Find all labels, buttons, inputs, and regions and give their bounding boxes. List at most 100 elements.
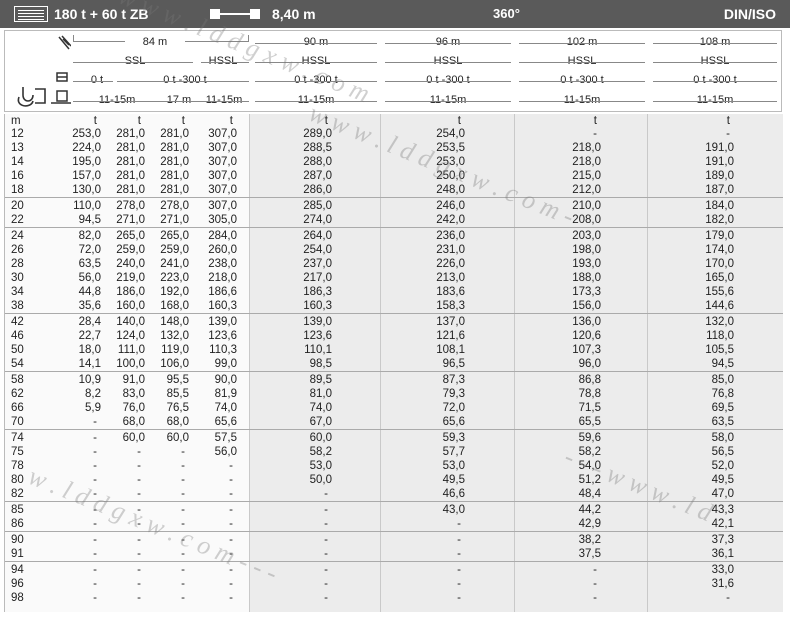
load-cell: 123,6 bbox=[208, 330, 237, 342]
load-cell: 218,0 bbox=[208, 272, 237, 284]
load-cell: - bbox=[137, 504, 141, 516]
table-row: 75 - - - 56,0 58,2 57,7 58,2 56,5 bbox=[5, 446, 783, 458]
load-cell: 215,0 bbox=[572, 170, 601, 182]
load-cell: 285,0 bbox=[303, 200, 332, 212]
load-cell: - bbox=[181, 518, 185, 530]
load-cell: 38,2 bbox=[578, 534, 601, 546]
load-cell: 212,0 bbox=[572, 184, 601, 196]
load-cell: 10,9 bbox=[78, 374, 101, 386]
counterweight-icon bbox=[210, 9, 260, 19]
load-cell: 307,0 bbox=[208, 200, 237, 212]
load-cell: - bbox=[324, 578, 328, 590]
load-cell: 281,0 bbox=[116, 184, 145, 196]
load-cell: 110,3 bbox=[209, 344, 237, 356]
load-cell: 307,0 bbox=[208, 142, 237, 154]
load-cell: 43,3 bbox=[711, 504, 734, 516]
load-cell: 210,0 bbox=[572, 200, 601, 212]
load-cell: 191,0 bbox=[705, 142, 734, 154]
load-cell: 195,0 bbox=[72, 156, 101, 168]
radius-cell: 62 bbox=[11, 388, 24, 400]
radius-cell: 58 bbox=[11, 374, 24, 386]
load-cell: - bbox=[229, 518, 233, 530]
load-cell: - bbox=[137, 548, 141, 560]
mode-96: HSSL bbox=[433, 55, 463, 67]
load-cell: 71,5 bbox=[578, 402, 601, 414]
row-divider bbox=[5, 197, 783, 198]
load-cell: 56,0 bbox=[78, 272, 101, 284]
load-cell: 254,0 bbox=[303, 244, 332, 256]
table-row: 16 157,0 281,0 281,0 307,0 287,0 250,0 215,0 189… bbox=[5, 170, 783, 182]
load-cell: - bbox=[137, 488, 141, 500]
load-cell: 278,0 bbox=[160, 200, 189, 212]
load-cell: 186,0 bbox=[116, 286, 145, 298]
load-cell: 136,0 bbox=[572, 316, 601, 328]
column-header: 84 m SSL HSSL 0 t 0 t -300 t 11-15m 17 m… bbox=[4, 30, 782, 112]
load-cell: 49,5 bbox=[711, 474, 734, 486]
load-cell: - bbox=[93, 488, 97, 500]
load-cell: 110,0 bbox=[73, 200, 101, 212]
load-cell: 76,8 bbox=[711, 388, 734, 400]
radius-102: 11-15m bbox=[563, 94, 601, 106]
load-cell: 98,5 bbox=[309, 358, 332, 370]
load-cell: 271,0 bbox=[160, 214, 189, 226]
load-cell: 51,2 bbox=[578, 474, 601, 486]
load-cell: 68,0 bbox=[166, 416, 189, 428]
load-cell: 58,2 bbox=[309, 446, 332, 458]
load-cell: 187,0 bbox=[705, 184, 734, 196]
load-cell: 63,5 bbox=[78, 258, 101, 270]
load-cell: 79,3 bbox=[442, 388, 465, 400]
load-cell: 137,0 bbox=[436, 316, 465, 328]
load-cell: - bbox=[457, 592, 461, 604]
mode-hssl: HSSL bbox=[208, 55, 238, 67]
table-row: 38 35,6 160,0 168,0 160,3 160,3 158,3 156,0 144,… bbox=[5, 300, 783, 312]
load-cell: 218,0 bbox=[572, 156, 601, 168]
radius-cell: 12 bbox=[11, 128, 24, 140]
load-cell: 47,0 bbox=[711, 488, 734, 500]
table-row: 42 28,4 140,0 148,0 139,0 139,0 137,0 136,0 132,… bbox=[5, 316, 783, 328]
load-cell: 203,0 bbox=[572, 230, 601, 242]
load-cell: 254,0 bbox=[436, 128, 465, 140]
load-cell: 288,5 bbox=[303, 142, 332, 154]
load-cell: 281,0 bbox=[160, 184, 189, 196]
load-cell: 65,6 bbox=[214, 416, 237, 428]
radius-cell: 98 bbox=[11, 592, 24, 604]
radius-cell: 30 bbox=[11, 272, 24, 284]
load-cell: 74,0 bbox=[309, 402, 332, 414]
table-row: 90 - - - - - - 38,2 37,3 bbox=[5, 534, 783, 546]
load-cell: 46,6 bbox=[442, 488, 465, 500]
row-divider bbox=[5, 531, 783, 532]
load-cell: 173,3 bbox=[572, 286, 601, 298]
load-cell: - bbox=[137, 518, 141, 530]
load-cell: 160,3 bbox=[303, 300, 332, 312]
load-cell: - bbox=[137, 564, 141, 576]
load-cell: 155,6 bbox=[705, 286, 734, 298]
load-cell: - bbox=[229, 578, 233, 590]
load-cell: 72,0 bbox=[442, 402, 465, 414]
load-cell: - bbox=[93, 592, 97, 604]
load-cell: - bbox=[181, 592, 185, 604]
load-cell: 186,3 bbox=[303, 286, 332, 298]
load-cell: 253,0 bbox=[436, 156, 465, 168]
table-row: 18 130,0 281,0 281,0 307,0 286,0 248,0 212,0 187… bbox=[5, 184, 783, 196]
radius-range-84a: 11-15m bbox=[98, 94, 136, 106]
row-divider bbox=[5, 371, 783, 372]
row-divider bbox=[5, 429, 783, 430]
load-cell: - bbox=[137, 460, 141, 472]
load-cell: 22,7 bbox=[78, 330, 101, 342]
load-cell: 281,0 bbox=[160, 142, 189, 154]
load-cell: 219,0 bbox=[116, 272, 145, 284]
ballast-90: 0 t -300 t bbox=[294, 74, 338, 86]
load-cell: - bbox=[593, 592, 597, 604]
radius-cell: 14 bbox=[11, 156, 24, 168]
load-cell: 121,6 bbox=[436, 330, 465, 342]
table-row: 24 82,0 265,0 265,0 284,0 264,0 236,0 203,0 179,… bbox=[5, 230, 783, 242]
load-cell: 111,0 bbox=[117, 344, 145, 356]
table-menu-icon[interactable] bbox=[14, 6, 48, 22]
load-cell: 139,0 bbox=[303, 316, 332, 328]
load-cell: - bbox=[93, 534, 97, 546]
load-cell: 213,0 bbox=[436, 272, 465, 284]
load-cell: 43,0 bbox=[442, 504, 465, 516]
load-cell: 76,5 bbox=[166, 402, 189, 414]
row-divider bbox=[5, 227, 783, 228]
load-cell: 28,4 bbox=[78, 316, 101, 328]
